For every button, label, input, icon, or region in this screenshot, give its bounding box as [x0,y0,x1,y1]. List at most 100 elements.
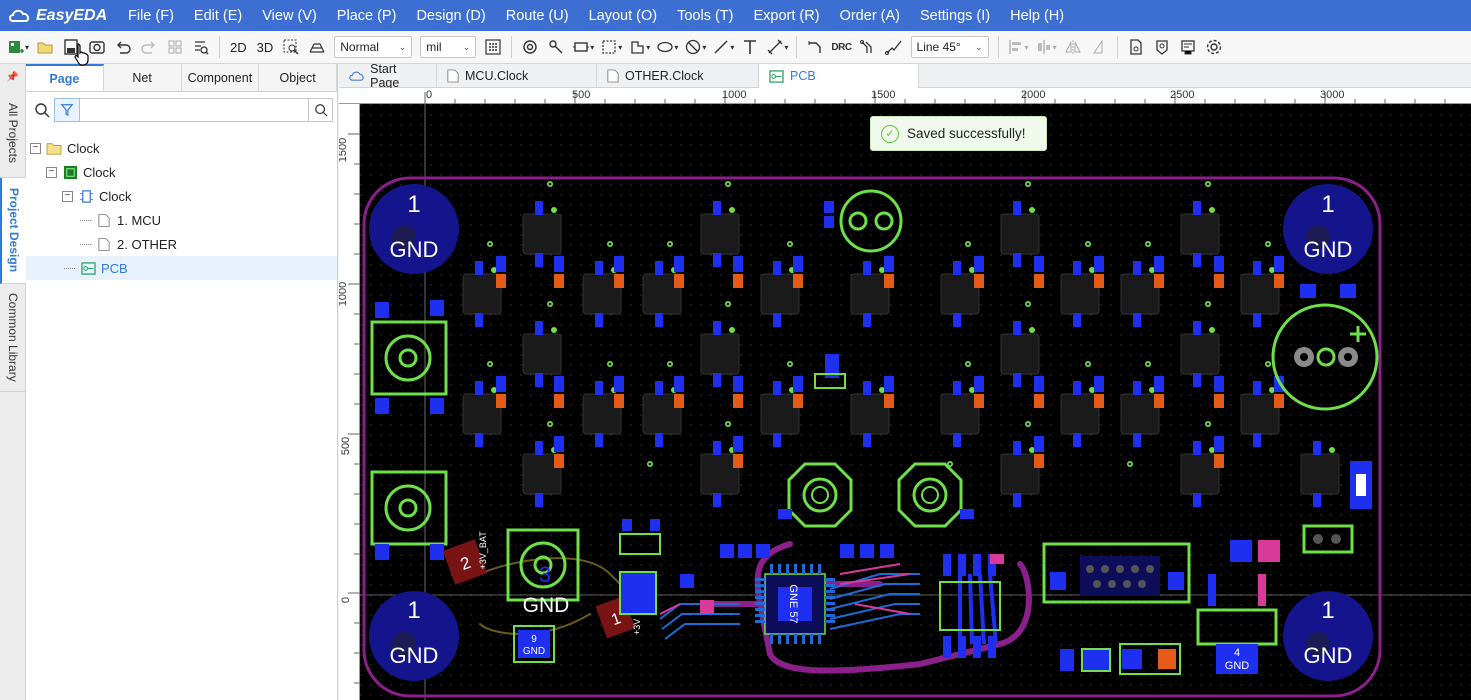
menu-tools[interactable]: Tools (T) [667,8,743,24]
tree-item-pcb[interactable]: PCB [26,256,337,280]
tab-net[interactable]: Net [104,64,182,91]
mode-select[interactable]: Normal ⌄ [334,36,413,58]
doc-tab-mcu[interactable]: MCU.Clock [437,64,597,88]
unit-select[interactable]: mil ⌄ [420,36,477,58]
zoom-fit-button[interactable] [278,34,304,60]
easyeda-logo-icon [9,9,30,22]
view-2d-button[interactable]: 2D [225,34,252,60]
import-button[interactable] [1123,34,1149,60]
menu-bar: EasyEDA File (F) Edit (E) View (V) Place… [0,0,1471,31]
pcb-canvas[interactable]: 0 500 1000 1500 2000 2500 3000 1500 1000… [339,88,1471,700]
doc-tab-pcb[interactable]: PCB [759,64,919,88]
settings-button[interactable] [1201,34,1227,60]
toast-message: Saved successfully! [907,126,1026,141]
ruler-label: 500 [572,89,591,101]
tree-item-project[interactable]: − Clock [26,136,337,160]
flip-v-button[interactable] [1086,34,1112,60]
collapse-icon[interactable]: − [46,166,57,178]
folder-icon [45,140,63,156]
menu-view[interactable]: View (V) [252,8,327,24]
pcb-text-net: GND [1304,643,1353,668]
find-button[interactable] [188,34,214,60]
collapse-icon[interactable]: − [62,190,73,202]
sidebar-tab-project-design[interactable]: Project Design [0,178,26,284]
tree-item-schematic[interactable]: − Clock [26,184,337,208]
menu-help[interactable]: Help (H) [1000,8,1074,24]
distribute-button[interactable]: ▾ [1032,34,1060,60]
menu-edit[interactable]: Edit (E) [184,8,252,24]
component-button[interactable]: ▾ [569,34,597,60]
toast-notification: ✓ Saved successfully! [870,116,1047,151]
tab-component[interactable]: Component [182,64,260,91]
via-button[interactable] [543,34,569,60]
sidebar-tab-all-projects[interactable]: All Projects [0,90,26,178]
toolbar-separator [219,36,221,58]
undo-button[interactable] [110,34,136,60]
redo-button[interactable] [136,34,162,60]
menu-file[interactable]: File (F) [118,8,184,24]
menu-design[interactable]: Design (D) [406,8,495,24]
tree-item-board[interactable]: − Clock [26,160,337,184]
view-3d-button[interactable]: 3D [252,34,279,60]
cloud-icon [349,71,364,81]
region-button[interactable]: ▾ [597,34,625,60]
page-icon [607,69,619,83]
app-logo[interactable]: EasyEDA [0,7,118,25]
tree-item-label: Clock [99,188,132,204]
ellipse-button[interactable]: ▾ [653,34,681,60]
bom-button[interactable] [1175,34,1201,60]
polygon-button[interactable]: ▾ [625,34,653,60]
flip-h-button[interactable] [1060,34,1086,60]
tab-object[interactable]: Object [259,64,337,91]
export-button[interactable] [1149,34,1175,60]
drc-button[interactable]: DRC [828,34,854,60]
length-tune-button[interactable] [881,34,907,60]
search-icon[interactable] [30,98,54,122]
collapse-icon[interactable]: − [30,142,41,154]
pad-button[interactable] [517,34,543,60]
menu-layout[interactable]: Layout (O) [579,8,668,24]
pcb-board-view[interactable]: 1 GND 1 GND 1 GND 1 GND GNE 57 2 +3V_BAT… [360,104,1471,700]
sidebar-tab-common-library[interactable]: Common Library [0,284,26,392]
search-submit-button[interactable] [309,98,333,122]
text-button[interactable] [737,34,763,60]
pin-icon[interactable]: 📌 [0,64,25,90]
tree-item-label: 1. MCU [117,212,162,228]
doc-tab-other[interactable]: OTHER.Clock [597,64,759,88]
line-button[interactable]: ▾ [709,34,737,60]
pcb-text-pin: 1 [407,191,420,218]
tree-item-page-other[interactable]: 2. OTHER [26,232,337,256]
dimension-button[interactable]: ▾ [763,34,791,60]
filter-icon[interactable] [54,98,80,122]
search-icon [314,104,328,117]
tree-item-page-mcu[interactable]: 1. MCU [26,208,337,232]
no-connect-button[interactable]: ▾ [681,34,709,60]
undo-icon [117,41,131,54]
menu-settings[interactable]: Settings (I) [910,8,1000,24]
project-tree: − Clock − Clock − Clock 1. MCU 2. OTHER [26,136,337,280]
find-list-icon [195,41,209,55]
layer-view-button[interactable] [304,34,330,60]
ruler-ticks [348,133,360,684]
page-icon [95,236,113,252]
doc-tab-label: MCU.Clock [465,69,529,83]
menu-export[interactable]: Export (R) [744,8,830,24]
snap-grid-button[interactable] [480,34,506,60]
route-button[interactable] [802,34,828,60]
menu-route[interactable]: Route (U) [496,8,579,24]
open-button[interactable] [32,34,58,60]
menu-place[interactable]: Place (P) [327,8,407,24]
pcb-text-net: GND [390,643,439,668]
tab-page[interactable]: Page [26,64,104,91]
pcb-text-bat-net: +3V [632,619,642,635]
new-button[interactable]: ▾ [4,34,32,60]
align-button[interactable]: ▾ [1004,34,1032,60]
grid-button[interactable] [162,34,188,60]
line-mode-select[interactable]: Line 45° ⌄ [910,36,989,58]
search-input[interactable] [80,98,309,122]
doc-tab-start-page[interactable]: Start Page [339,62,437,90]
check-circle-icon: ✓ [881,124,899,143]
grid-icon [168,40,182,54]
menu-order[interactable]: Order (A) [830,8,910,24]
diff-pair-button[interactable] [855,34,881,60]
